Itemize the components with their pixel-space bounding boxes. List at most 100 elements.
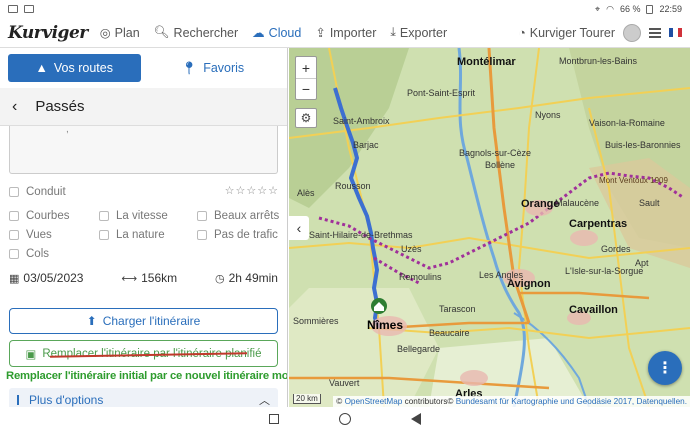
status-left-icons	[8, 5, 34, 13]
gear-icon[interactable]: ⚙	[295, 108, 317, 128]
star-icon[interactable]: ☆	[236, 186, 246, 197]
map-canvas	[289, 48, 690, 407]
checkbox[interactable]	[9, 248, 19, 259]
route-duration: ◷ 2h 49min	[215, 271, 278, 285]
nav-cloud-label: Cloud	[268, 25, 302, 40]
tab-favorites-label: Favoris	[203, 61, 245, 75]
attribution-mid: contributors©	[404, 397, 454, 406]
compass-icon: ◎	[99, 26, 111, 40]
map-scale: 20 km	[293, 394, 321, 404]
tag-label: Vues	[26, 228, 52, 241]
nav-export[interactable]: ⤓ Exporter	[390, 25, 447, 40]
battery-icon	[646, 4, 654, 14]
tourer-icon: ◔	[518, 25, 526, 40]
checkbox[interactable]	[9, 229, 19, 240]
star-icon[interactable]: ☆	[246, 186, 256, 197]
back-arrow-icon[interactable]: ‹	[12, 98, 17, 116]
wifi-icon: ◠	[606, 3, 614, 14]
route-description-field[interactable]: ,	[9, 124, 278, 174]
clock-icon: ◷	[215, 272, 225, 285]
route-distance-value: 156km	[141, 271, 178, 285]
tab-your-routes-label: Vos routes	[53, 61, 113, 75]
tag-stops[interactable]: Beaux arrêts	[197, 207, 287, 224]
load-route-button[interactable]: ⬆ Charger l'itinéraire	[9, 308, 278, 334]
handwritten-annotation: Remplacer l'itinéraire initial par ce no…	[6, 369, 288, 382]
nav-plan-label: Plan	[114, 25, 140, 40]
tag-label: La vitesse	[116, 209, 168, 222]
status-right: ⌖ ◠ 66 % 22:59	[595, 4, 682, 15]
battery-level: 66 %	[619, 4, 641, 14]
collapse-panel-arrow-icon[interactable]: ‹	[289, 216, 309, 240]
star-icon[interactable]: ☆	[268, 186, 278, 197]
route-tags: Courbes La vitesse Beaux arrêts Vues La …	[0, 207, 287, 262]
checkbox[interactable]	[99, 229, 109, 240]
location-icon: ⌖	[595, 3, 601, 14]
nav-right: ◔ Kurviger Tourer	[518, 23, 690, 42]
nav-export-label: Exporter	[399, 25, 448, 40]
menu-icon[interactable]	[649, 27, 661, 38]
calendar-icon: ▦	[9, 272, 20, 285]
nav-plan[interactable]: ◎ Plan	[99, 25, 140, 41]
route-date-value: 03/05/2023	[23, 271, 84, 285]
recent-apps-icon[interactable]	[269, 414, 279, 424]
top-navigation: Kurviger ◎ Plan 🔍︎ Rechercher ☁ Cloud ⇪ …	[0, 18, 690, 48]
driven-checkbox[interactable]	[9, 186, 19, 197]
home-icon[interactable]	[339, 413, 351, 425]
checkbox[interactable]	[197, 229, 207, 240]
tag-label: Courbes	[26, 209, 70, 222]
checkbox[interactable]	[9, 210, 19, 221]
checkbox[interactable]	[197, 210, 207, 221]
android-status-bar: ⌖ ◠ 66 % 22:59	[0, 0, 690, 18]
tag-speed[interactable]: La vitesse	[99, 207, 197, 224]
rating-stars[interactable]: ☆ ☆ ☆ ☆ ☆	[225, 186, 278, 197]
more-actions-fab[interactable]: ⋮	[648, 351, 682, 385]
nav-search-label: Rechercher	[173, 25, 239, 40]
text-cursor: ,	[66, 124, 69, 135]
replace-route-button[interactable]: ▣ Remplacer l'itinéraire par l'itinérair…	[9, 340, 278, 367]
tag-label: La nature	[116, 228, 165, 241]
gallery-icon	[8, 5, 18, 13]
tag-nature[interactable]: La nature	[99, 226, 197, 243]
tag-views[interactable]: Vues	[9, 226, 99, 243]
osm-link[interactable]: OpenStreetMap	[345, 397, 403, 406]
panel-tabs: ▲ Vos routes 📍︎ Favoris	[0, 48, 287, 88]
routes-panel: ▲ Vos routes 📍︎ Favoris ‹ Passés , Condu…	[0, 48, 288, 407]
download-icon: ⤓	[390, 25, 396, 39]
nav-import[interactable]: ⇪ Importer	[315, 25, 376, 41]
tourer-label: Kurviger Tourer	[529, 25, 615, 40]
more-options-toggle[interactable]: Plus d'options ︿	[9, 388, 278, 407]
map-view[interactable]: Montélimar Montbrun-les-Bains Nyons Vaison-…	[289, 48, 690, 407]
nav-cloud[interactable]: ☁ Cloud	[252, 25, 302, 41]
back-icon[interactable]	[411, 413, 421, 425]
avatar[interactable]	[623, 23, 641, 42]
android-navigation-bar	[0, 407, 690, 431]
zoom-out-button[interactable]: −	[296, 78, 316, 99]
data-sources-link[interactable]: Datenquellen.	[636, 397, 687, 406]
map-pin-icon: 📍︎	[181, 60, 198, 75]
tag-no-traffic[interactable]: Pas de trafic	[197, 226, 287, 243]
search-icon: 🔍︎	[153, 25, 170, 39]
star-icon[interactable]: ☆	[225, 186, 235, 197]
notification-icon	[24, 5, 34, 13]
route-date: ▦ 03/05/2023	[9, 271, 83, 285]
tab-favorites[interactable]: 📍︎ Favoris	[146, 54, 279, 82]
route-stats: ▦ 03/05/2023 ⟷ 156km ◷ 2h 49min	[0, 268, 287, 288]
section-header: ‹ Passés	[0, 88, 287, 126]
bkg-link[interactable]: Bundesamt für Kartographie und Geodäsie …	[456, 397, 634, 406]
cloud-icon: ☁	[252, 26, 265, 40]
nav-search[interactable]: 🔍︎ Rechercher	[154, 25, 239, 40]
tag-passes[interactable]: Cols	[9, 245, 99, 262]
french-flag-icon[interactable]	[669, 28, 682, 37]
zoom-in-button[interactable]: +	[296, 57, 316, 78]
kurviger-logo[interactable]: Kurviger	[8, 23, 88, 43]
checkbox[interactable]	[99, 210, 109, 221]
upload-icon: ⇪	[315, 26, 326, 40]
map-attribution: © OpenStreetMap contributors© Bundesamt …	[333, 396, 690, 407]
tab-your-routes[interactable]: ▲ Vos routes	[8, 54, 141, 82]
save-icon: ▣	[25, 348, 37, 361]
star-icon[interactable]: ☆	[257, 186, 267, 197]
tourer-status[interactable]: ◔ Kurviger Tourer	[518, 26, 615, 40]
tag-curves[interactable]: Courbes	[9, 207, 99, 224]
tag-label: Cols	[26, 247, 50, 260]
upload-icon: ⬆	[86, 314, 97, 328]
